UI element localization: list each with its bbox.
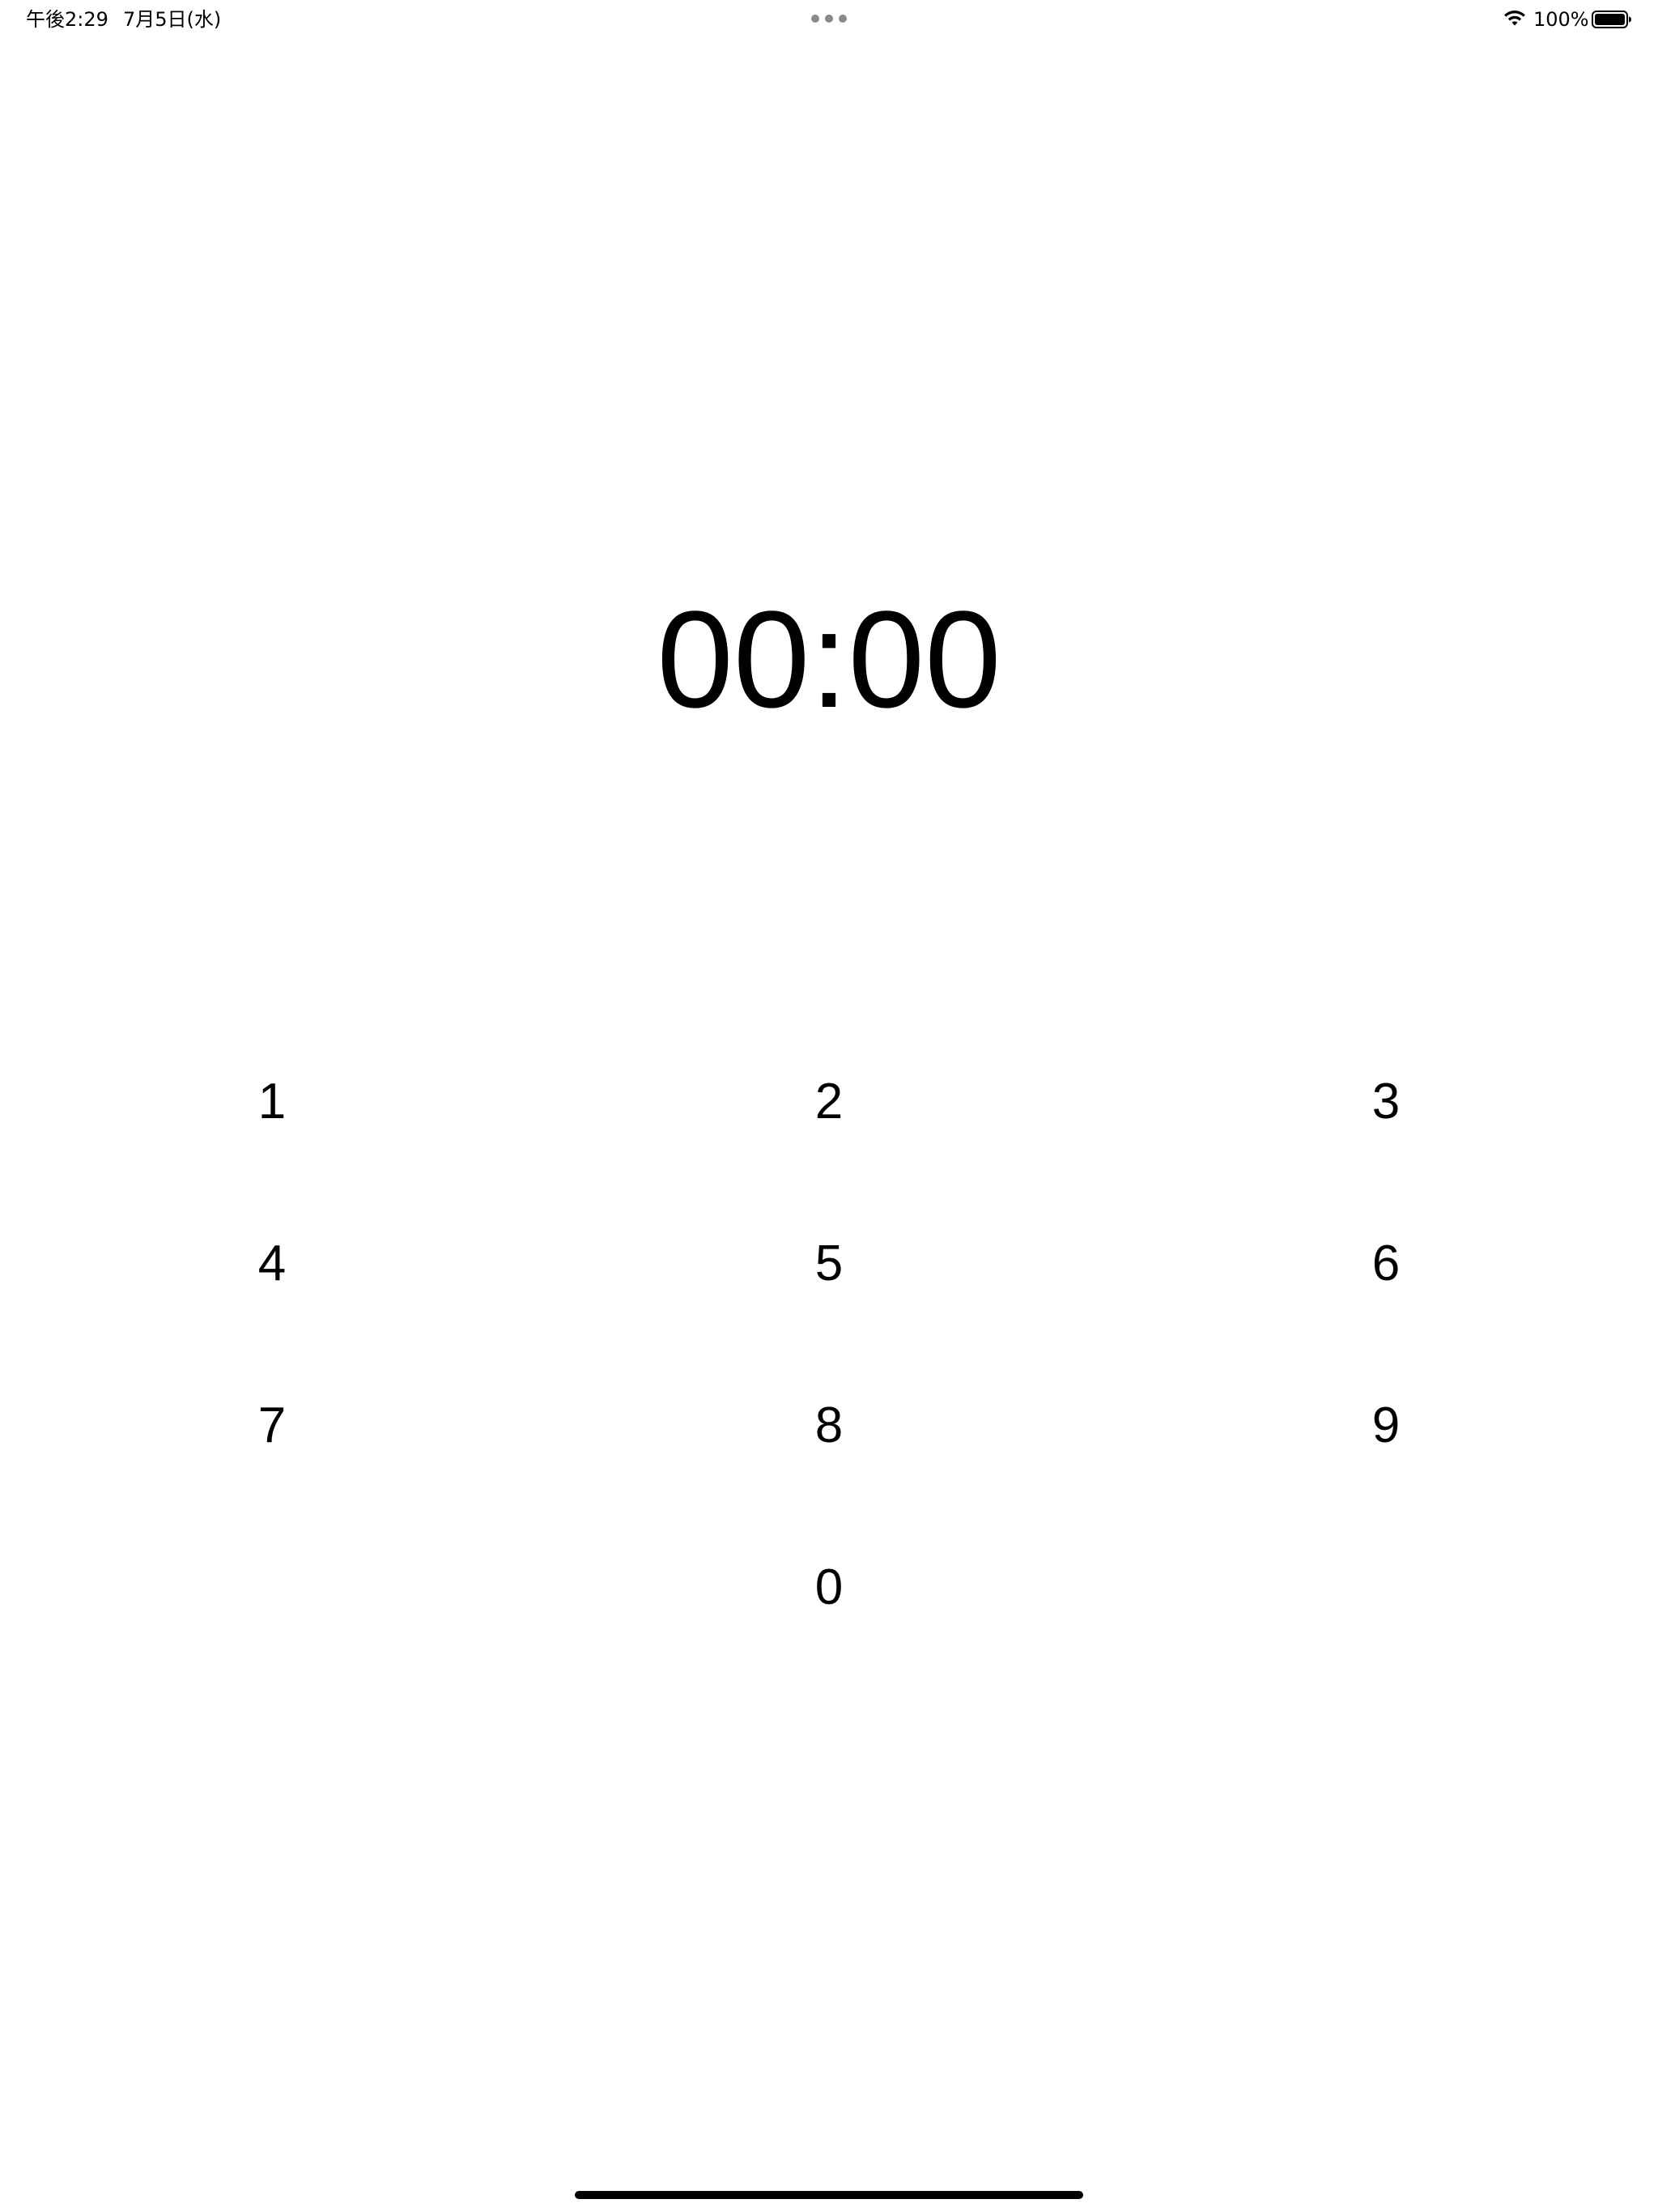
multitasking-dots-icon[interactable] bbox=[811, 15, 847, 24]
home-indicator[interactable] bbox=[575, 2191, 1083, 2199]
key-5[interactable]: 5 bbox=[740, 1206, 918, 1320]
key-2[interactable]: 2 bbox=[740, 1044, 918, 1158]
status-date: 7月5日(水) bbox=[123, 8, 222, 31]
status-bar: 午後2:29 7月5日(水) 100% bbox=[0, 0, 1658, 39]
key-3[interactable]: 3 bbox=[1297, 1044, 1475, 1158]
battery-percent: 100% bbox=[1533, 8, 1589, 31]
wifi-icon bbox=[1504, 11, 1525, 26]
timer-display: 00:00 bbox=[657, 583, 1001, 737]
key-6[interactable]: 6 bbox=[1297, 1206, 1475, 1320]
key-8[interactable]: 8 bbox=[740, 1368, 918, 1482]
key-1[interactable]: 1 bbox=[183, 1044, 361, 1158]
status-time: 午後2:29 bbox=[26, 8, 108, 31]
battery-full-icon bbox=[1592, 11, 1631, 28]
key-4[interactable]: 4 bbox=[183, 1206, 361, 1320]
key-7[interactable]: 7 bbox=[183, 1368, 361, 1482]
number-keypad: 1 2 3 4 5 6 7 8 9 0 bbox=[0, 1044, 1658, 1676]
key-0[interactable]: 0 bbox=[740, 1530, 918, 1644]
key-9[interactable]: 9 bbox=[1297, 1368, 1475, 1482]
